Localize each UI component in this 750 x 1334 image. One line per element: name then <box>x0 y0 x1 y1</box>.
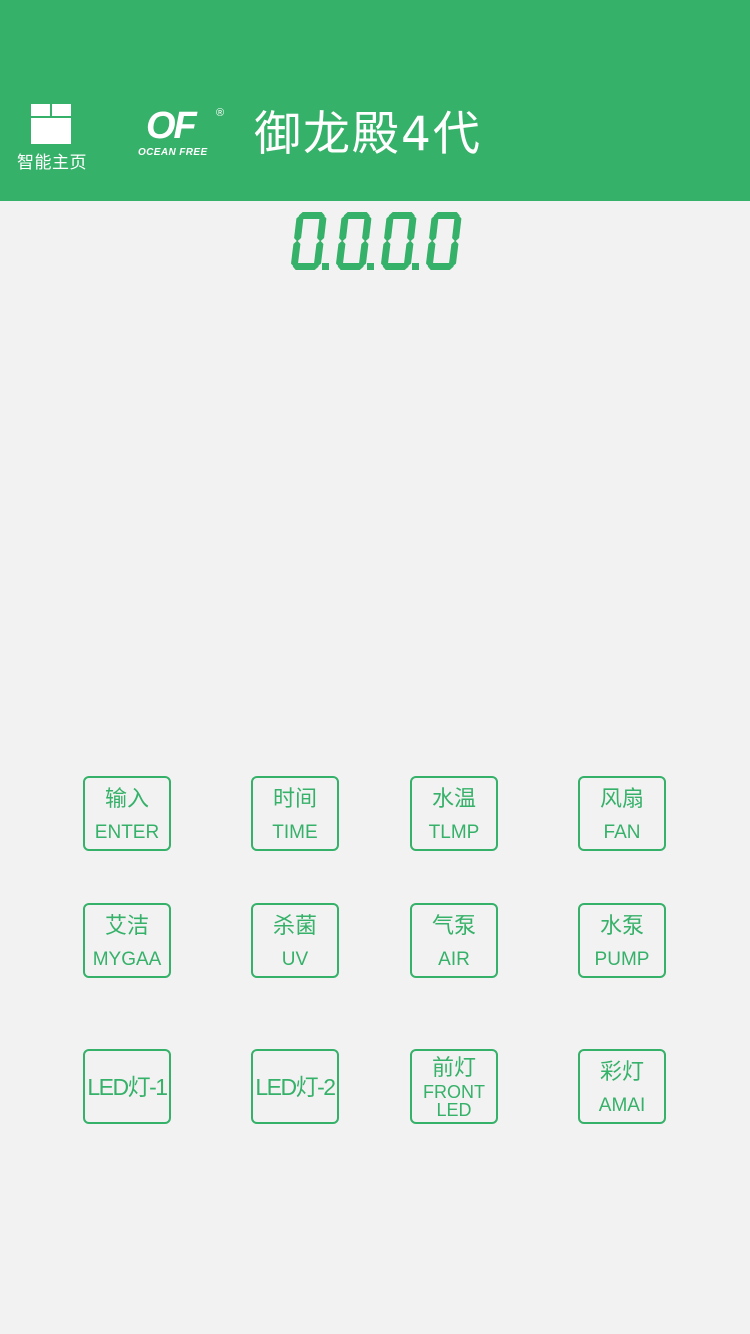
button-label-en: FAN <box>603 822 641 843</box>
display-decimal-point <box>322 263 329 270</box>
color-light-button[interactable]: 彩灯 AMAI <box>578 1049 666 1124</box>
display-digit <box>291 212 329 270</box>
display-digit <box>426 212 462 270</box>
water-pump-button[interactable]: 水泵 PUMP <box>578 903 666 978</box>
page-title: 御龙殿4代 <box>254 107 482 162</box>
button-label-cn: 水泵 <box>599 914 644 939</box>
button-label-en: MYGAA <box>92 949 162 970</box>
button-label-cn: 艾洁 <box>104 914 149 939</box>
mygaa-button[interactable]: 艾洁 MYGAA <box>83 903 171 978</box>
front-led-button[interactable]: 前灯 FRONT LED <box>410 1049 498 1124</box>
button-label-cn: 气泵 <box>431 914 476 939</box>
button-label-en: UV <box>281 949 309 970</box>
home-label: 智能主页 <box>17 153 87 173</box>
button-label: LED灯-1 <box>87 1074 168 1100</box>
seven-segment-display <box>291 212 462 270</box>
button-label-cn: 时间 <box>272 787 317 812</box>
button-label-cn: 输入 <box>104 787 149 812</box>
button-label-cn: 前灯 <box>431 1056 476 1081</box>
uv-button[interactable]: 杀菌 UV <box>251 903 339 978</box>
button-label-en: AIR <box>438 949 470 970</box>
display-decimal-point <box>367 263 374 270</box>
logo-text: OCEAN FREE <box>138 147 208 158</box>
fan-button[interactable]: 风扇 FAN <box>578 776 666 851</box>
button-label-en: TIME <box>272 822 318 843</box>
of-logo-mark: OF ® <box>146 105 224 144</box>
button-label-cn: 杀菌 <box>272 914 317 939</box>
button-label-en: ENTER <box>94 822 160 843</box>
button-label-en-line1: FRONT <box>423 1082 485 1102</box>
display-decimal-point <box>412 263 419 270</box>
water-temp-button[interactable]: 水温 TLMP <box>410 776 498 851</box>
ocean-free-logo: OF ® OCEAN FREE <box>138 104 230 164</box>
button-label-cn: 风扇 <box>599 787 644 812</box>
grid-home-icon <box>31 104 71 144</box>
button-label-cn: 水温 <box>431 787 476 812</box>
button-label-en: PUMP <box>594 949 650 970</box>
home-button[interactable]: 智能主页 <box>10 100 94 174</box>
app-header: 智能主页 OF ® OCEAN FREE 御龙殿4代 <box>0 0 750 201</box>
time-button[interactable]: 时间 TIME <box>251 776 339 851</box>
button-label-cn: 彩灯 <box>599 1060 644 1085</box>
button-label-en-line2: LED <box>436 1100 472 1120</box>
display-digit <box>381 212 419 270</box>
enter-button[interactable]: 输入 ENTER <box>83 776 171 851</box>
button-label-en: AMAI <box>598 1095 646 1116</box>
svg-text:®: ® <box>216 107 224 119</box>
led-light-1-button[interactable]: LED灯-1 <box>83 1049 171 1124</box>
button-label: LED灯-2 <box>255 1074 336 1100</box>
button-label-en: TLMP <box>428 822 480 843</box>
led-light-2-button[interactable]: LED灯-2 <box>251 1049 339 1124</box>
air-pump-button[interactable]: 气泵 AIR <box>410 903 498 978</box>
display-digit <box>336 212 374 270</box>
svg-text:OF: OF <box>146 105 199 144</box>
